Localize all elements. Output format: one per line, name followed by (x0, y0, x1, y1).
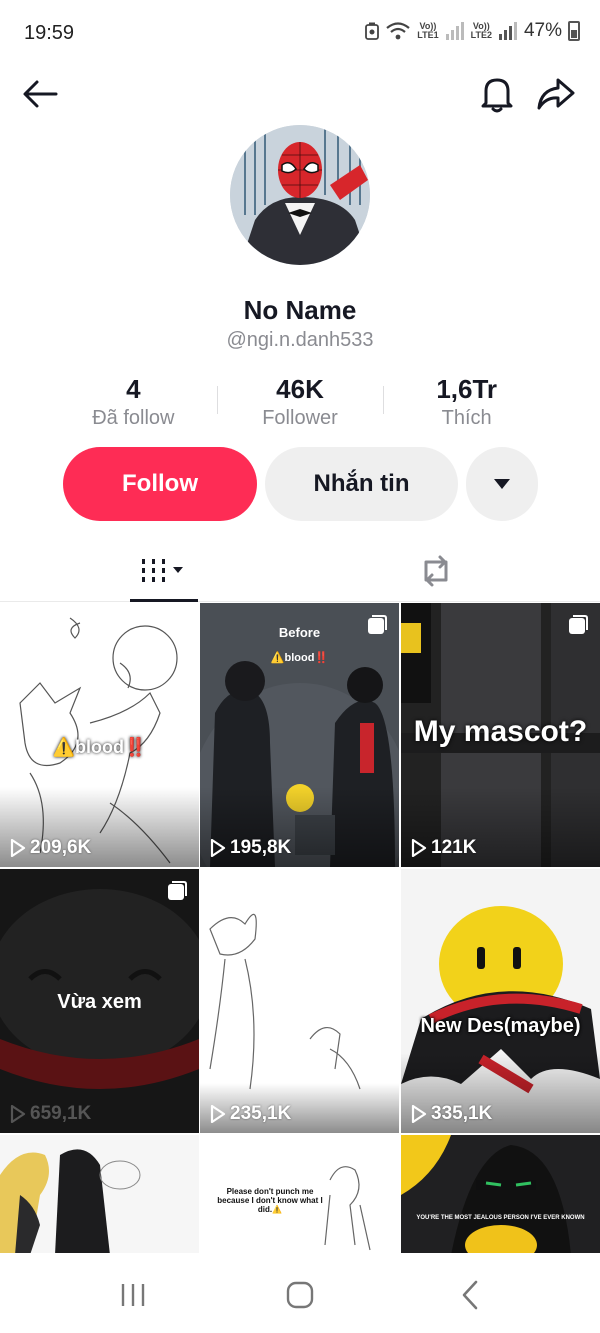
active-tab-indicator (130, 599, 198, 602)
video-grid: ⚠️blood‼️ 209,6K Before ⚠️blood‼️ 195,8K (0, 603, 600, 1253)
dark-artwork (401, 1135, 600, 1253)
status-icons: Vo)) LTE1 Vo)) LTE2 47% (365, 20, 580, 42)
battery-percent: 47% (523, 20, 562, 41)
recent-apps-button[interactable] (108, 1275, 158, 1315)
notification-button[interactable] (475, 72, 519, 116)
play-icon (10, 839, 26, 857)
stat-label: Follower (262, 407, 338, 429)
video-thumbnail[interactable]: YOU'RE THE MOST JEALOUS PERSON I'VE EVER… (401, 1135, 600, 1253)
message-button[interactable]: Nhắn tin (265, 447, 458, 521)
video-caption: My mascot? (413, 715, 588, 748)
stat-followers[interactable]: 46K Follower (216, 372, 384, 432)
video-caption: ⚠️blood‼️ (52, 737, 147, 757)
repost-icon (424, 555, 448, 587)
view-count: 195,8K (210, 837, 291, 859)
caret-down-icon (494, 479, 510, 489)
video-thumbnail[interactable] (0, 1135, 199, 1253)
network-indicator-2: Vo)) LTE2 (470, 21, 492, 40)
stat-likes[interactable]: 1,6Tr Thích (383, 372, 550, 432)
stat-following[interactable]: 4 Đã follow (50, 372, 217, 432)
video-thumbnail[interactable]: New Des(maybe) 335,1K (401, 869, 600, 1133)
status-time: 19:59 (24, 22, 75, 44)
view-count: 121K (411, 837, 476, 859)
play-icon (411, 1105, 427, 1123)
profile-stats: 4 Đã follow 46K Follower 1,6Tr Thích (50, 372, 550, 432)
video-caption: Please don't punch me because I don't kn… (217, 1187, 323, 1214)
share-button[interactable] (534, 72, 578, 116)
profile-actions: Follow Nhắn tin (63, 447, 538, 521)
stat-label: Thích (441, 407, 492, 429)
multi-clip-icon (569, 615, 588, 634)
recently-watched-label: Vừa xem (57, 991, 142, 1013)
play-icon (210, 839, 226, 857)
play-icon (411, 839, 427, 857)
recent-apps-icon (121, 1284, 145, 1306)
follow-button[interactable]: Follow (63, 447, 257, 521)
back-system-button[interactable] (445, 1275, 495, 1315)
profile-avatar[interactable] (230, 125, 370, 265)
top-navigation (0, 64, 600, 124)
android-navigation-bar (0, 1255, 600, 1333)
avatar-image (230, 125, 370, 265)
play-icon (10, 1105, 26, 1123)
signal-icon (498, 22, 517, 40)
multi-clip-icon (368, 615, 387, 634)
home-button[interactable] (275, 1275, 325, 1315)
bell-icon (481, 78, 513, 113)
video-thumbnail[interactable]: 235,1K (200, 869, 399, 1133)
network-indicator-1: Vo)) LTE1 (417, 21, 439, 40)
chevron-left-icon (462, 1280, 478, 1310)
home-icon (286, 1281, 314, 1309)
share-arrow-icon (537, 78, 575, 110)
stat-label: Đã follow (92, 407, 175, 429)
video-thumbnail[interactable]: My mascot? 121K (401, 603, 600, 867)
video-thumbnail[interactable]: Please don't punch me because I don't kn… (200, 1135, 399, 1253)
video-thumbnail[interactable]: Vừa xem 659,1K (0, 869, 199, 1133)
signal-icon (445, 22, 464, 40)
comic-artwork (0, 1135, 199, 1253)
status-bar: 19:59 Vo)) LTE1 Vo)) LTE2 47% (0, 0, 600, 64)
view-count: 209,6K (10, 837, 91, 859)
view-count: 659,1K (10, 1103, 91, 1125)
arrow-left-icon (23, 80, 58, 108)
content-tabs (0, 540, 600, 602)
username: @ngi.n.danh533 (226, 329, 374, 351)
tab-reposts[interactable] (402, 540, 470, 602)
multi-clip-icon (168, 881, 187, 900)
battery-icon (568, 21, 580, 41)
video-caption: YOU'RE THE MOST JEALOUS PERSON I'VE EVER… (416, 1215, 585, 1221)
video-thumbnail[interactable]: ⚠️blood‼️ 209,6K (0, 603, 199, 867)
view-count: 335,1K (411, 1103, 492, 1125)
vpn-icon (365, 22, 380, 40)
stat-value: 46K (276, 374, 324, 404)
video-caption: New Des(maybe) (420, 1015, 581, 1037)
view-count: 235,1K (210, 1103, 291, 1125)
stat-value: 4 (126, 374, 141, 404)
wifi-icon (386, 22, 410, 40)
back-button[interactable] (18, 72, 62, 116)
suggested-accounts-button[interactable] (466, 447, 538, 521)
display-name: No Name (243, 295, 357, 325)
stat-value: 1,6Tr (436, 374, 498, 404)
video-thumbnail[interactable]: Before ⚠️blood‼️ 195,8K (200, 603, 399, 867)
tab-videos[interactable] (130, 540, 198, 602)
play-icon (210, 1105, 226, 1123)
grid-bars-icon (142, 559, 183, 582)
video-caption: ⚠️blood‼️ (270, 652, 329, 664)
